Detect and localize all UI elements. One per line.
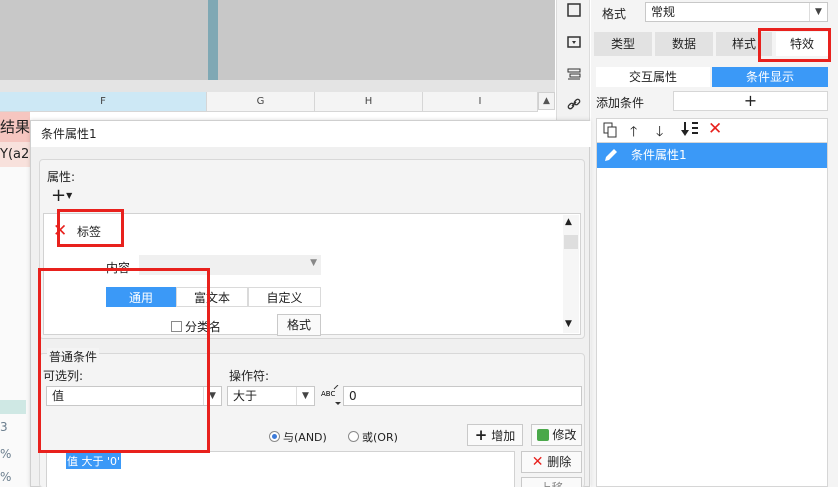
column-header-f[interactable]: F	[0, 92, 207, 112]
scroll-down-icon[interactable]: ▼	[565, 319, 572, 329]
condition-attributes-dialog: 条件属性1 属性: +▼ ▲ ▼ ✕ 标签 内容 ▼ 通用 富文本 自定义 分类…	[30, 120, 591, 487]
condition-list: 条件属性1	[596, 142, 828, 487]
tab-type[interactable]: 类型	[594, 32, 652, 56]
column-header-i[interactable]: I	[423, 92, 538, 112]
add-attribute-button[interactable]: +▼	[51, 187, 81, 207]
style-select[interactable]: 常规 ▼	[645, 2, 828, 22]
chevron-down-icon: ▼	[296, 387, 314, 405]
tab-data[interactable]: 数据	[655, 32, 713, 56]
operator-select[interactable]: 大于 ▼	[227, 386, 315, 406]
scroll-thumb[interactable]	[564, 235, 578, 249]
attribute-scrollbar[interactable]: ▲ ▼	[563, 215, 579, 333]
plus-icon: +	[474, 426, 488, 444]
segment-custom[interactable]: 自定义	[248, 287, 321, 307]
style-label: 格式	[602, 7, 627, 21]
value-input[interactable]: 0	[343, 386, 582, 406]
edit-pencil-icon	[603, 147, 619, 172]
condition-item[interactable]: 值 大于 '0'	[66, 453, 122, 469]
condition-icon[interactable]	[563, 66, 585, 88]
dialog-title: 条件属性1	[31, 121, 591, 147]
widget-icon[interactable]	[563, 34, 585, 56]
delete-icon[interactable]: ✕	[708, 119, 722, 139]
plus-icon: +	[51, 185, 67, 206]
add-condition-button[interactable]: +	[673, 91, 828, 111]
scroll-up-icon[interactable]: ▲	[565, 217, 572, 227]
column-header-g[interactable]: G	[207, 92, 315, 112]
subtab-condition-display[interactable]: 条件显示	[712, 67, 828, 87]
delete-icon: ✕	[531, 454, 544, 470]
subtab-interaction[interactable]: 交互属性	[596, 67, 710, 87]
operator-value: 大于	[233, 389, 258, 403]
or-label: 或(OR)	[362, 431, 398, 444]
add-button[interactable]: + 增加	[467, 424, 523, 446]
side-value: %	[0, 470, 12, 484]
move-up-button[interactable]: 上移	[521, 477, 582, 487]
scroll-up-icon[interactable]: ▲	[538, 92, 555, 110]
and-radio[interactable]: 与(AND)	[269, 429, 327, 445]
app-window: F G H I ▲ 结果 Y(a2 3 % % 格式 常规 ▼ 类型 数据 样式…	[0, 0, 838, 487]
row-highlight	[0, 400, 26, 414]
side-value: 3	[0, 420, 8, 434]
format-button[interactable]: 格式	[277, 314, 321, 336]
operator-label: 操作符:	[229, 369, 270, 383]
hyperlink-icon[interactable]	[563, 96, 585, 118]
cell-formula[interactable]: Y(a2	[0, 142, 30, 167]
radio-and[interactable]	[269, 431, 280, 442]
chevron-down-icon: ▼	[809, 3, 827, 21]
highlight-box-tag	[57, 209, 124, 247]
side-value: %	[0, 447, 12, 461]
svg-text:ABC: ABC	[321, 390, 335, 398]
highlight-box-effects	[758, 28, 831, 62]
modify-button-label: 修改	[552, 428, 577, 442]
list-item-label: 条件属性1	[631, 148, 687, 162]
value-type-icon[interactable]: ABC	[320, 384, 342, 407]
style-value: 常规	[651, 5, 676, 19]
list-item[interactable]: 条件属性1	[597, 143, 827, 168]
chevron-down-icon: ▼	[310, 258, 317, 268]
cell-element-icon[interactable]	[563, 2, 585, 24]
chevron-down-icon: ▼	[66, 191, 73, 200]
sheet-rows	[0, 167, 30, 487]
modify-button[interactable]: 修改	[531, 424, 582, 446]
copy-icon[interactable]	[603, 122, 619, 138]
attributes-label: 属性:	[47, 170, 76, 184]
plus-icon: +	[743, 91, 758, 110]
add-condition-label: 添加条件	[596, 96, 645, 110]
move-bottom-icon[interactable]	[681, 121, 699, 141]
value-input-text: 0	[349, 389, 357, 403]
radio-or[interactable]	[348, 431, 359, 442]
highlight-box-conditions	[38, 268, 210, 453]
canvas-splitter[interactable]	[208, 0, 218, 80]
report-canvas[interactable]	[0, 0, 555, 80]
and-label: 与(AND)	[283, 431, 327, 444]
column-header-h[interactable]: H	[315, 92, 423, 112]
cell-result[interactable]: 结果	[0, 112, 30, 142]
sheet-gap	[0, 80, 555, 92]
or-radio[interactable]: 或(OR)	[348, 429, 398, 445]
delete-button[interactable]: ✕ 删除	[521, 451, 582, 473]
add-button-label: 增加	[491, 429, 516, 443]
move-up-label: 上移	[539, 481, 563, 487]
modify-icon	[536, 429, 549, 441]
delete-button-label: 删除	[547, 455, 572, 469]
